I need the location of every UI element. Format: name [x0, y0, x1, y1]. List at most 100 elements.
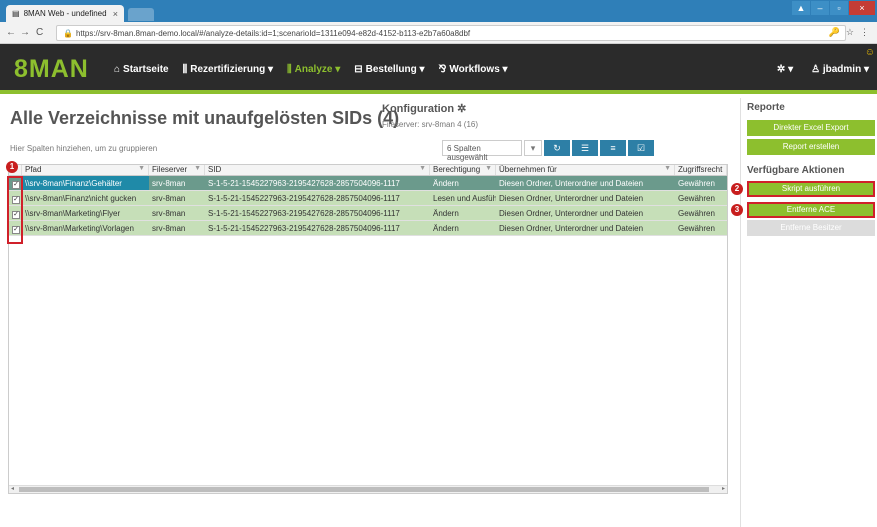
cell-server[interactable]: srv-8man — [149, 206, 205, 220]
scroll-left-icon[interactable]: ◂ — [11, 485, 14, 492]
cell-access-right[interactable]: Gewähren — [675, 176, 727, 190]
smiley-icon[interactable]: ☺ — [865, 47, 875, 58]
browser-tab[interactable]: ▤ 8MAN Web - undefined × — [6, 5, 124, 22]
cell-applies-to[interactable]: Diesen Ordner, Unterordner und Dateien — [496, 206, 675, 220]
cell-applies-to[interactable]: Diesen Ordner, Unterordner und Dateien — [496, 191, 675, 205]
cell-applies-to[interactable]: Diesen Ordner, Unterordner und Dateien — [496, 221, 675, 235]
nav-bestellung[interactable]: ⊟ Bestellung ▾ — [354, 64, 424, 75]
cell-access-right[interactable]: Gewähren — [675, 206, 727, 220]
compact-view-button[interactable]: ≡ — [600, 140, 626, 156]
cell-sid[interactable]: S-1-5-21-1545227963-2195427628-285750409… — [205, 221, 430, 235]
excel-export-button[interactable]: Direkter Excel Export — [747, 120, 875, 136]
user-menu[interactable]: ♙ jbadmin ▾ — [811, 64, 869, 75]
nav-analyze[interactable]: ⫼ Analyze ▾ — [287, 64, 340, 75]
main-nav: ⌂ Startseite ⫼ Rezertifizierung ▾ ⫼ Analyze… — [114, 64, 508, 75]
header-zugriffsrecht[interactable]: Zugriffsrecht — [675, 165, 727, 175]
cell-path[interactable]: \\srv-8man\Finanz\Gehälter — [22, 176, 149, 190]
cell-sid[interactable]: S-1-5-21-1545227963-2195427628-285750409… — [205, 176, 430, 190]
settings-menu[interactable]: ✲ ▾ — [777, 64, 793, 75]
cell-permission[interactable]: Ändern — [430, 176, 496, 190]
filter-icon[interactable]: ▼ — [664, 165, 671, 172]
nav-label: Workflows ▾ — [449, 64, 508, 75]
filter-icon[interactable]: ▼ — [194, 165, 201, 172]
tab-close-icon[interactable]: × — [113, 9, 118, 19]
cell-sid[interactable]: S-1-5-21-1545227963-2195427628-285750409… — [205, 191, 430, 205]
columns-select[interactable]: 6 Spalten ausgewählt — [442, 140, 522, 162]
refresh-button[interactable]: ↻ — [544, 140, 570, 156]
header-label: Übernehmen für — [499, 165, 557, 174]
remove-ace-button[interactable]: Entferne ACE — [747, 202, 875, 218]
header-label: Zugriffsrecht — [678, 165, 723, 174]
callout-marker-3: 3 — [731, 204, 743, 216]
chart-icon: ⫼ — [287, 64, 292, 75]
table-row[interactable]: ✓ \\srv-8man\Marketing\Flyer srv-8man S-… — [9, 206, 727, 221]
app-logo[interactable]: 8MAN — [14, 55, 89, 84]
nav-startseite[interactable]: ⌂ Startseite — [114, 64, 169, 75]
address-icons: 🔑 ☆ ⋮ — [829, 27, 869, 38]
cell-server[interactable]: srv-8man — [149, 191, 205, 205]
close-window-button[interactable]: × — [849, 1, 875, 15]
page-title: Alle Verzeichnisse mit unaufgelösten SID… — [10, 108, 400, 128]
header-label: Fileserver — [152, 165, 188, 174]
nav-rezertifizierung[interactable]: ⫼ Rezertifizierung ▾ — [183, 64, 273, 75]
configuration-title[interactable]: Konfiguration ✲ — [382, 102, 478, 115]
nav-workflows[interactable]: ⅋ Workflows ▾ — [439, 64, 508, 75]
new-tab-button[interactable] — [128, 8, 154, 21]
horizontal-scrollbar[interactable]: ◂ ▸ — [9, 485, 727, 493]
grid-toolbar: 6 Spalten ausgewählt ▾ ↻ ☰ ≡ ☑ — [442, 140, 654, 162]
reports-heading: Reporte — [747, 102, 785, 113]
navbar-right: ✲ ▾ ♙ jbadmin ▾ — [777, 64, 869, 75]
cell-permission[interactable]: Ändern — [430, 221, 496, 235]
browser-menu-icon[interactable]: ⋮ — [860, 27, 869, 38]
cell-path[interactable]: \\srv-8man\Marketing\Vorlagen — [22, 221, 149, 235]
browser-tabstrip: ▤ 8MAN Web - undefined × ▲ – ▫ × — [0, 0, 877, 22]
cell-server[interactable]: srv-8man — [149, 221, 205, 235]
checkbox-highlight — [7, 176, 23, 244]
scrollbar-thumb[interactable] — [19, 487, 709, 492]
cell-path[interactable]: \\srv-8man\Marketing\Flyer — [22, 206, 149, 220]
filter-icon[interactable]: ▼ — [419, 165, 426, 172]
header-berechtigung[interactable]: Berechtigung ▼ — [430, 165, 496, 175]
run-script-button[interactable]: Skript ausführen — [747, 181, 875, 197]
reload-icon[interactable]: C — [36, 27, 43, 38]
back-icon[interactable]: ← — [6, 27, 16, 38]
table-row[interactable]: ✓ \\srv-8man\Finanz\Gehälter srv-8man S-… — [9, 176, 727, 191]
chart-icon: ⫼ — [182, 64, 188, 75]
app-navbar: 8MAN ⌂ Startseite ⫼ Rezertifizierung ▾ ⫼ An… — [0, 44, 877, 94]
table-row[interactable]: ✓ \\srv-8man\Finanz\nicht gucken srv-8ma… — [9, 191, 727, 206]
list-view-button[interactable]: ☰ — [572, 140, 598, 156]
cell-permission[interactable]: Lesen und Ausführen — [430, 191, 496, 205]
lock-icon: 🔒 — [63, 29, 73, 38]
key-icon[interactable]: 🔑 — [829, 27, 840, 38]
cell-server[interactable]: srv-8man — [149, 176, 205, 190]
select-all-button[interactable]: ☑ — [628, 140, 654, 156]
cell-access-right[interactable]: Gewähren — [675, 191, 727, 205]
header-uebernehmen[interactable]: Übernehmen für ▼ — [496, 165, 675, 175]
header-fileserver[interactable]: Fileserver ▼ — [149, 165, 205, 175]
star-icon[interactable]: ☆ — [846, 27, 854, 38]
table-row[interactable]: ✓ \\srv-8man\Marketing\Vorlagen srv-8man… — [9, 221, 727, 236]
profile-icon[interactable]: ▲ — [792, 1, 810, 15]
cell-access-right[interactable]: Gewähren — [675, 221, 727, 235]
filter-icon[interactable]: ▼ — [485, 165, 492, 172]
header-label: Berechtigung — [433, 165, 481, 174]
remove-owner-button: Entferne Besitzer — [747, 220, 875, 236]
cell-path[interactable]: \\srv-8man\Finanz\nicht gucken — [22, 191, 149, 205]
cell-applies-to[interactable]: Diesen Ordner, Unterordner und Dateien — [496, 176, 675, 190]
cell-sid[interactable]: S-1-5-21-1545227963-2195427628-285750409… — [205, 206, 430, 220]
header-pfad[interactable]: Pfad ▼ — [22, 165, 149, 175]
scroll-right-icon[interactable]: ▸ — [722, 485, 725, 492]
columns-caret-icon[interactable]: ▾ — [524, 140, 542, 156]
page-icon: ▤ — [12, 9, 20, 18]
url-bar[interactable]: 🔒 https://srv-8man.8man-demo.local/#/anal… — [56, 25, 846, 41]
minimize-button[interactable]: – — [811, 1, 829, 15]
create-report-button[interactable]: Report erstellen — [747, 139, 875, 155]
restore-button[interactable]: ▫ — [830, 1, 848, 15]
forward-icon[interactable]: → — [20, 27, 30, 38]
group-hint: Hier Spalten hinziehen, um zu gruppieren — [10, 144, 158, 153]
filter-icon[interactable]: ▼ — [138, 165, 145, 172]
main-content: Alle Verzeichnisse mit unaufgelösten SID… — [0, 98, 740, 527]
header-sid[interactable]: SID ▼ — [205, 165, 430, 175]
configuration-panel[interactable]: Konfiguration ✲ Fileserver: srv-8man 4 (… — [382, 102, 478, 129]
cell-permission[interactable]: Ändern — [430, 206, 496, 220]
